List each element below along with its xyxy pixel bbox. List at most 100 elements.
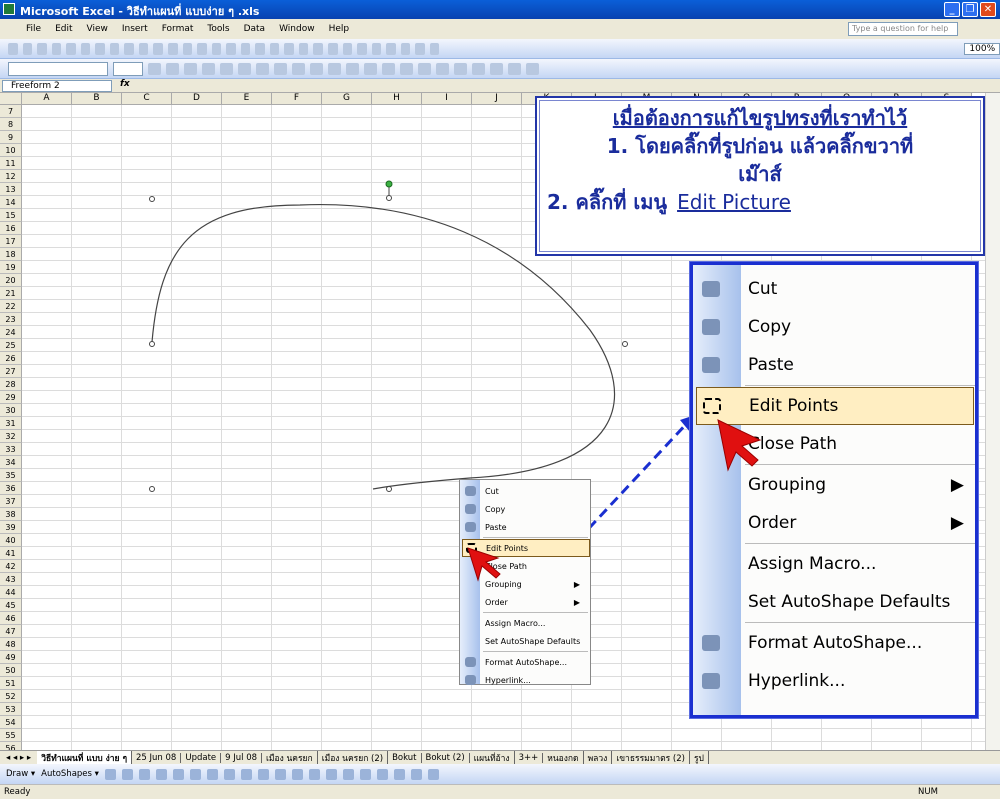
callout-step1: 1. โดยคลิ๊กที่รูปก่อน แล้วคลิ๊กขวาที่ (606, 134, 914, 158)
submenu-arrow-icon: ▶ (573, 597, 580, 607)
menu-item-close-path[interactable]: Close Path (696, 425, 974, 463)
menu-item-label: Hyperlink... (748, 671, 846, 691)
drawing-toolbar: Draw ▾ AutoShapes ▾ (0, 764, 1000, 784)
tab-nav-arrows[interactable]: ◂ ◂ ▸ ▸ (0, 753, 37, 763)
draw-tool-button[interactable] (308, 768, 320, 780)
draw-tool-button[interactable] (138, 768, 150, 780)
draw-tool-button[interactable] (291, 768, 303, 780)
menu-item-format-autoshape[interactable]: Format AutoShape... (462, 653, 590, 671)
submenu-arrow-icon: ▶ (950, 513, 964, 533)
menu-item-copy[interactable]: Copy (462, 500, 590, 518)
draw-tool-button[interactable] (427, 768, 439, 780)
menu-item-hyperlink[interactable]: Hyperlink... (462, 671, 590, 689)
menu-item-label: Hyperlink... (485, 675, 531, 685)
submenu-arrow-icon: ▶ (573, 579, 580, 589)
draw-tool-button[interactable] (155, 768, 167, 780)
draw-tool-button[interactable] (240, 768, 252, 780)
menu-item-label: Paste (485, 522, 507, 532)
menu-item-cut[interactable]: Cut (696, 270, 974, 308)
draw-menu-button[interactable]: Draw ▾ (6, 769, 35, 779)
menu-item-paste[interactable]: Paste (696, 346, 974, 384)
menu-item-label: Close Path (485, 561, 527, 571)
menu-item-label: Grouping (485, 579, 522, 589)
menu-item-label: Close Path (748, 434, 838, 454)
draw-tool-button[interactable] (410, 768, 422, 780)
hyperlink-icon (702, 673, 720, 689)
copy-icon (702, 319, 720, 335)
sheet-tab[interactable]: Update (181, 752, 222, 763)
menu-item-label: Copy (485, 504, 506, 514)
sheet-tab[interactable]: เมือง นครยก (2) (318, 750, 389, 765)
sheet-tab[interactable]: แผนที่อ้าง (470, 750, 515, 765)
callout-step1b: เม๊าส์ (738, 162, 782, 186)
autoshapes-button[interactable]: AutoShapes ▾ (41, 769, 99, 779)
paste-icon (702, 357, 720, 373)
menu-item-label: Assign Macro... (485, 618, 546, 628)
menu-item-copy[interactable]: Copy (696, 308, 974, 346)
copy-icon (465, 504, 476, 514)
menu-item-grouping[interactable]: Grouping ▶ (462, 575, 590, 593)
draw-tool-button[interactable] (274, 768, 286, 780)
sheet-tab[interactable]: 25 Jun 08 (132, 752, 182, 763)
paste-icon (465, 522, 476, 532)
scissors-icon (465, 486, 476, 496)
draw-tool-button[interactable] (206, 768, 218, 780)
menu-item-label: Order (485, 597, 508, 607)
sheet-tab[interactable]: Bokut (388, 752, 422, 763)
sheet-tab[interactable]: 9 Jul 08 (221, 752, 263, 763)
edit-points-icon (466, 543, 477, 553)
menu-item-set-autoshape-defaults[interactable]: Set AutoShape Defaults (462, 632, 590, 650)
sheet-tab[interactable]: วิธีทำแผนที่ แบบ ง่าย ๆ (37, 750, 133, 765)
rotation-handle (385, 180, 393, 188)
menu-item-close-path[interactable]: Close Path (462, 557, 590, 575)
menu-item-assign-macro[interactable]: Assign Macro... (462, 614, 590, 632)
menu-item-set-autoshape-defaults[interactable]: Set AutoShape Defaults (696, 583, 974, 621)
menu-item-label: Format AutoShape... (748, 633, 923, 653)
draw-tool-button[interactable] (223, 768, 235, 780)
menu-item-grouping[interactable]: Grouping ▶ (696, 466, 974, 504)
draw-tool-button[interactable] (257, 768, 269, 780)
menu-item-format-autoshape[interactable]: Format AutoShape... (696, 624, 974, 662)
menu-item-hyperlink[interactable]: Hyperlink... (696, 662, 974, 700)
menu-item-label: Copy (748, 317, 792, 337)
draw-tool-button[interactable] (121, 768, 133, 780)
draw-tool-button[interactable] (104, 768, 116, 780)
edit-points-icon (703, 398, 721, 414)
submenu-arrow-icon: ▶ (950, 475, 964, 495)
sheet-tab[interactable]: พลวง (584, 750, 613, 765)
context-menu-large: Cut Copy Paste Edit Points Close Path Groupin… (689, 261, 979, 719)
scissors-icon (702, 281, 720, 297)
menu-item-label: Grouping (748, 475, 827, 495)
draw-tool-button[interactable] (189, 768, 201, 780)
draw-tool-button[interactable] (359, 768, 371, 780)
menu-item-label: Edit Points (486, 543, 529, 553)
hyperlink-icon (465, 675, 476, 685)
sheet-tab[interactable]: รูป (690, 750, 709, 765)
draw-tool-button[interactable] (172, 768, 184, 780)
menu-item-cut[interactable]: Cut (462, 482, 590, 500)
draw-tool-button[interactable] (342, 768, 354, 780)
draw-tool-button[interactable] (325, 768, 337, 780)
menu-item-edit-points[interactable]: Edit Points (462, 539, 590, 557)
menu-item-order[interactable]: Order ▶ (462, 593, 590, 611)
menu-item-label: Format AutoShape... (485, 657, 567, 667)
sheet-tab[interactable]: 3++ (515, 752, 544, 763)
menu-item-assign-macro[interactable]: Assign Macro... (696, 545, 974, 583)
status-text: Ready (4, 787, 31, 797)
menu-item-paste[interactable]: Paste (462, 518, 590, 536)
sheet-tab[interactable]: เมือง นครยก (262, 750, 318, 765)
menu-item-label: Cut (485, 486, 499, 496)
menu-item-edit-points[interactable]: Edit Points (696, 387, 974, 425)
sheet-tabs-bar: ◂ ◂ ▸ ▸ วิธีทำแผนที่ แบบ ง่าย ๆ 25 Jun 08 U… (0, 750, 1000, 765)
pointer-arrow (576, 418, 692, 542)
menu-item-order[interactable]: Order ▶ (696, 504, 974, 542)
format-icon (702, 635, 720, 651)
sheet-tab[interactable]: เขาธรรมมาตร (2) (612, 750, 690, 765)
status-bar: Ready NUM (0, 784, 1000, 799)
menu-item-label: Cut (748, 279, 778, 299)
sheet-tab[interactable]: หนองกด (543, 750, 584, 765)
draw-tool-button[interactable] (376, 768, 388, 780)
draw-tool-button[interactable] (393, 768, 405, 780)
sheet-tab[interactable]: Bokut (2) (422, 752, 470, 763)
callout-heading: เมื่อต้องการแก้ไขรูปทรงที่เราทำไว้ (612, 106, 908, 130)
